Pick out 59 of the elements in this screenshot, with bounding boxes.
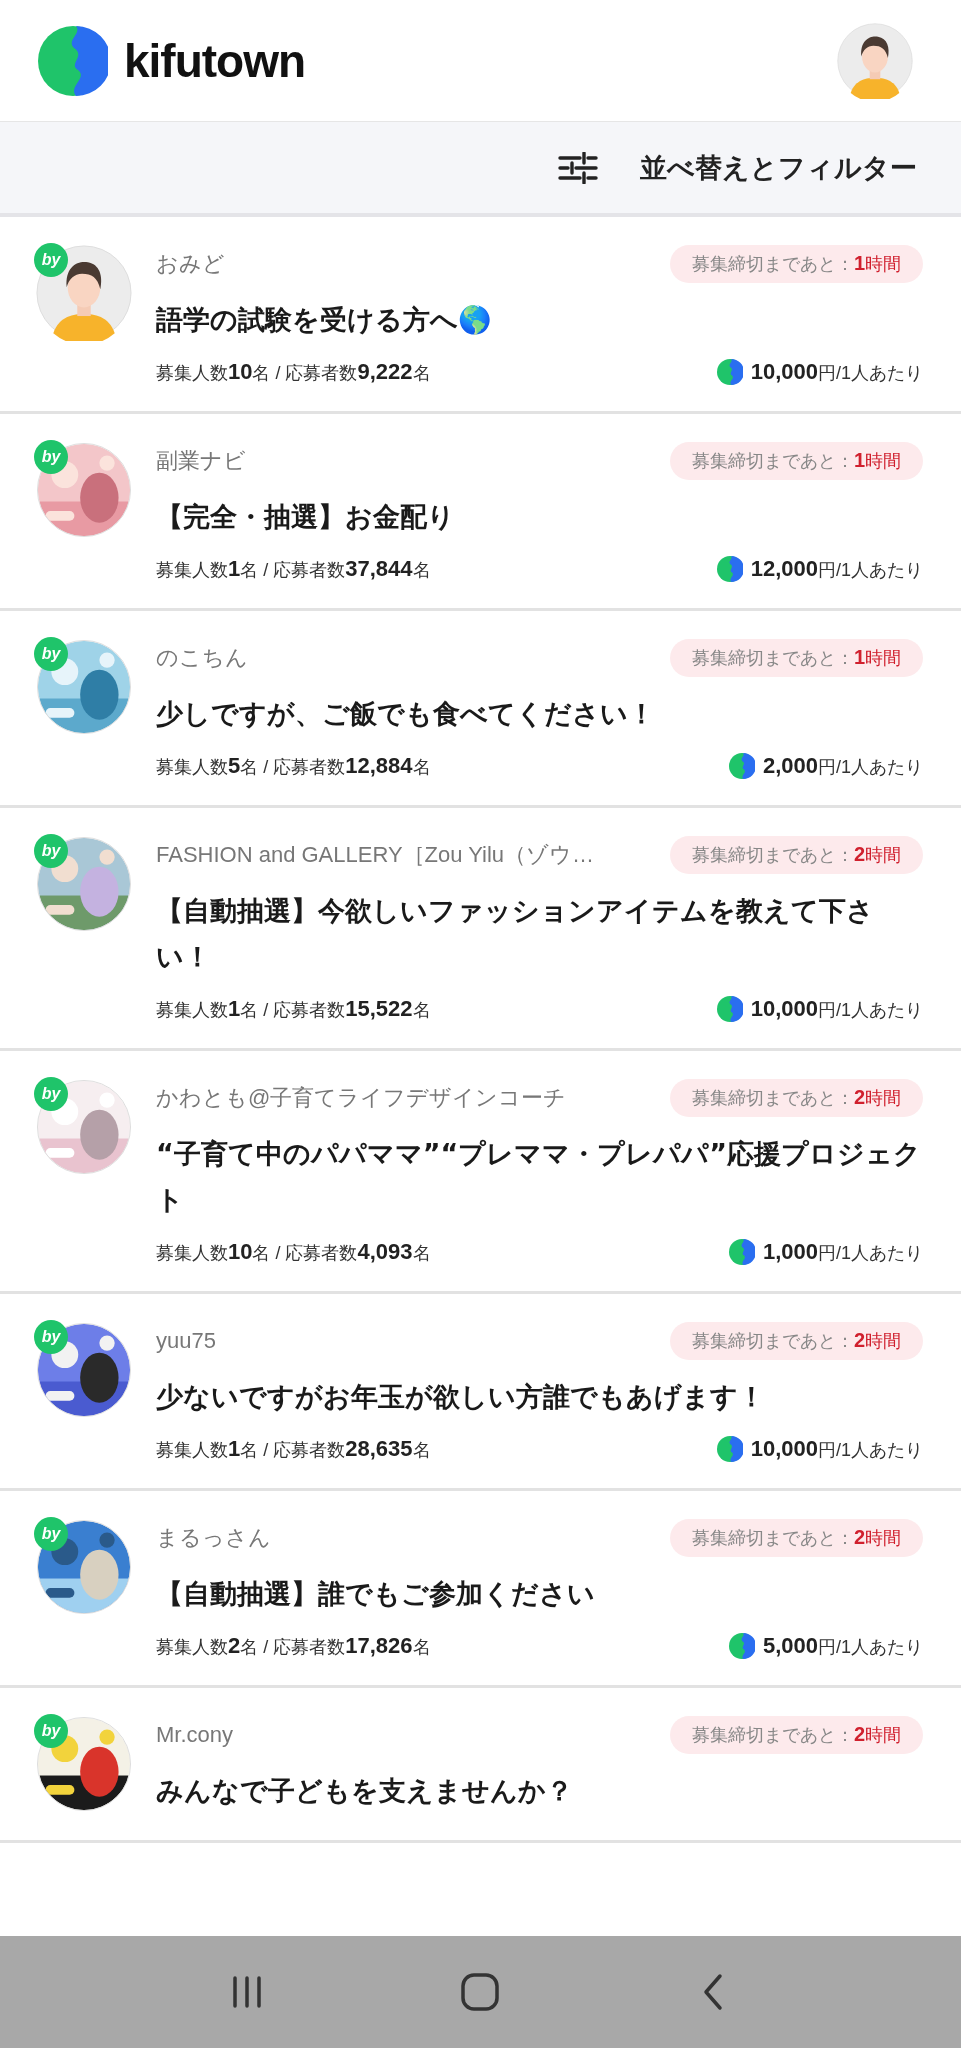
deadline-badge: 募集締切まであと：2時間 bbox=[669, 1716, 923, 1754]
by-badge: by bbox=[34, 243, 68, 277]
coin-icon bbox=[716, 359, 743, 385]
applicant-stats: 募集人数5名 / 応募者数12,884名 bbox=[156, 753, 431, 779]
deadline-badge: 募集締切まであと：1時間 bbox=[669, 639, 923, 677]
coin-icon bbox=[728, 1239, 755, 1265]
coin-icon bbox=[716, 996, 743, 1022]
author-name: かわとも@子育てライフデザインコーチ bbox=[156, 1084, 568, 1112]
author-name: Mr.cony bbox=[156, 1722, 235, 1748]
logo-text[interactable]: kifutown bbox=[124, 33, 306, 88]
project-title: 少ないですがお年玉が欲しい方誰でもあげます！ bbox=[156, 1380, 766, 1414]
home-icon[interactable] bbox=[460, 1972, 501, 2012]
by-badge: by bbox=[34, 440, 68, 474]
project-title: 【完全・抽選】お金配り bbox=[156, 500, 456, 534]
applicant-stats: 募集人数1名 / 応募者数37,844名 bbox=[156, 556, 431, 582]
reward-amount: 1,000円/1人あたり bbox=[762, 1239, 923, 1265]
reward-amount: 2,000円/1人あたり bbox=[762, 753, 923, 779]
by-badge: by bbox=[34, 834, 68, 868]
reward-amount: 5,000円/1人あたり bbox=[762, 1633, 923, 1659]
by-badge: by bbox=[34, 1714, 68, 1748]
deadline-badge: 募集締切まであと：2時間 bbox=[669, 1079, 923, 1117]
by-badge: by bbox=[34, 1077, 68, 1111]
author-name: FASHION and GALLERY［Zou Yilu（ゾウ… bbox=[156, 841, 596, 869]
author-name: yuu75 bbox=[156, 1328, 217, 1354]
author-name: のこちん bbox=[156, 644, 249, 672]
project-title: 語学の試験を受ける方へ🌎 bbox=[156, 303, 493, 337]
applicant-stats: 募集人数2名 / 応募者数17,826名 bbox=[156, 1633, 431, 1659]
coin-icon bbox=[716, 556, 743, 582]
project-title: 少しですが、ご飯でも食べてください！ bbox=[156, 697, 656, 731]
by-badge: by bbox=[34, 637, 68, 671]
project-title: 【自動抽選】誰でもご参加ください bbox=[156, 1577, 596, 1611]
user-avatar[interactable] bbox=[837, 22, 913, 99]
author-name: おみど bbox=[156, 250, 226, 278]
author-name: まるっさん bbox=[156, 1524, 272, 1552]
applicant-stats: 募集人数1名 / 応募者数15,522名 bbox=[156, 996, 431, 1022]
sliders-icon bbox=[558, 151, 598, 184]
coin-icon bbox=[728, 1633, 755, 1659]
applicant-stats: 募集人数1名 / 応募者数28,635名 bbox=[156, 1436, 431, 1462]
applicant-stats: 募集人数10名 / 応募者数9,222名 bbox=[156, 359, 431, 385]
deadline-badge: 募集締切まであと：1時間 bbox=[669, 442, 923, 480]
deadline-badge: 募集締切まであと：1時間 bbox=[669, 245, 923, 283]
author-name: 副業ナビ bbox=[156, 447, 247, 475]
deadline-badge: 募集締切まであと：2時間 bbox=[669, 1322, 923, 1360]
logo-icon bbox=[38, 25, 108, 96]
reward-amount: 10,000円/1人あたり bbox=[750, 359, 923, 385]
project-title: “子育て中のパパママ”“プレママ・プレパパ”応援プロジェクト bbox=[156, 1137, 922, 1217]
deadline-badge: 募集締切まであと：2時間 bbox=[669, 1519, 923, 1557]
coin-icon bbox=[728, 753, 755, 779]
project-title: 【自動抽選】今欲しいファッションアイテムを教えて下さい！ bbox=[156, 894, 875, 974]
reward-amount: 10,000円/1人あたり bbox=[750, 1436, 923, 1462]
applicant-stats: 募集人数10名 / 応募者数4,093名 bbox=[156, 1239, 431, 1265]
sort-filter-button[interactable]: 並べ替えとフィルター bbox=[558, 143, 917, 192]
coin-icon bbox=[716, 1436, 743, 1462]
reward-amount: 10,000円/1人あたり bbox=[750, 996, 923, 1022]
deadline-badge: 募集締切まであと：2時間 bbox=[669, 836, 923, 874]
project-title: みんなで子どもを支えませんか？ bbox=[156, 1774, 574, 1808]
by-badge: by bbox=[34, 1517, 68, 1551]
by-badge: by bbox=[34, 1320, 68, 1354]
reward-amount: 12,000円/1人あたり bbox=[750, 556, 923, 582]
